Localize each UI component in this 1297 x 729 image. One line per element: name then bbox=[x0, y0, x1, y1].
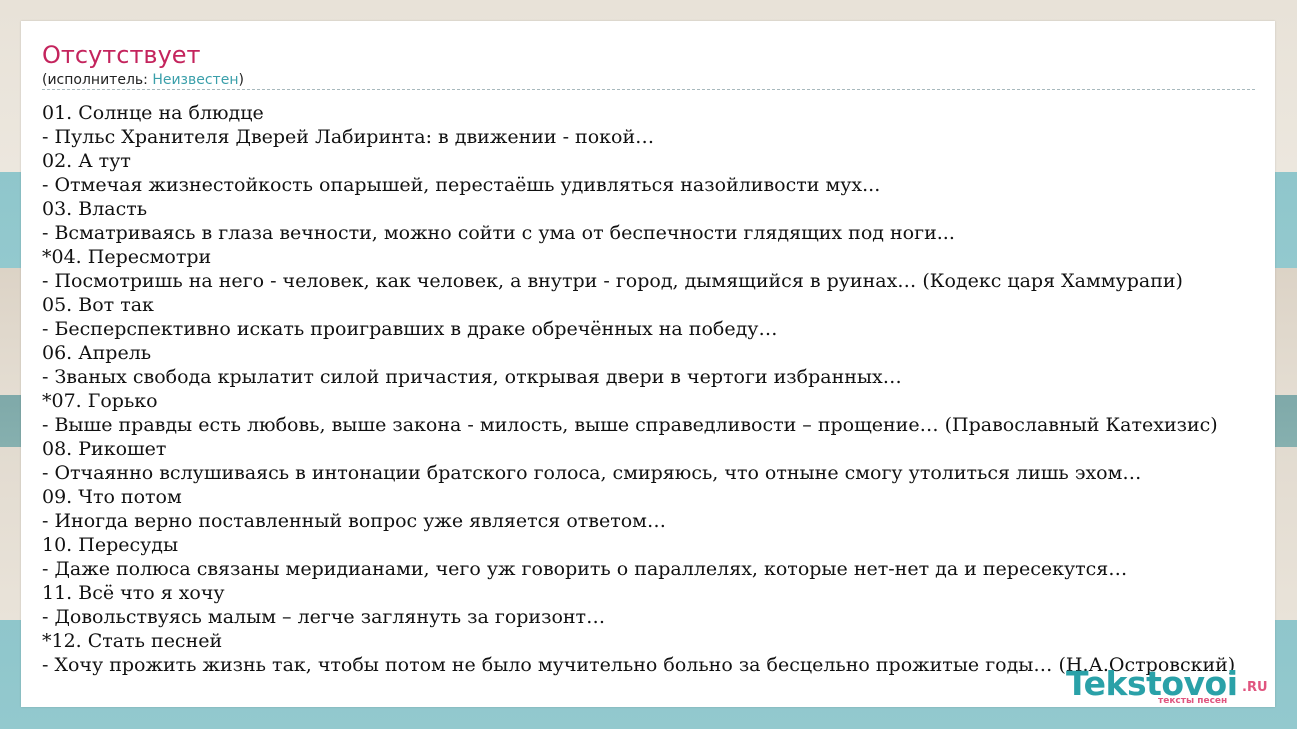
site-logo[interactable]: Tekstovoi .RU тексты песен bbox=[1066, 664, 1276, 708]
track-line: *04. Пересмотри bbox=[42, 246, 212, 268]
track-line: - Выше правды есть любовь, выше закона -… bbox=[42, 414, 1218, 436]
artist-suffix: ) bbox=[238, 72, 244, 88]
track-line: 10. Пересуды bbox=[42, 534, 179, 556]
track-line: - Довольствуясь малым – легче заглянуть … bbox=[42, 606, 606, 628]
track-line: 03. Власть bbox=[42, 198, 148, 220]
track-line: 02. А тут bbox=[42, 150, 131, 172]
track-line: - Всматриваясь в глаза вечности, можно с… bbox=[42, 222, 955, 244]
track-line: - Посмотришь на него - человек, как чело… bbox=[42, 270, 1183, 292]
track-line: - Пульс Хранителя Дверей Лабиринта: в дв… bbox=[42, 126, 655, 148]
track-line: - Хочу прожить жизнь так, чтобы потом не… bbox=[42, 654, 1236, 676]
artist-prefix: (исполнитель: bbox=[42, 72, 153, 88]
track-line: *07. Горько bbox=[42, 390, 158, 412]
track-line: *12. Стать песней bbox=[42, 630, 223, 652]
track-line: 11. Всё что я хочу bbox=[42, 582, 225, 604]
track-line: - Бесперспективно искать проигравших в д… bbox=[42, 318, 778, 340]
track-line: - Отмечая жизнестойкость опарышей, перес… bbox=[42, 174, 881, 196]
track-line: - Иногда верно поставленный вопрос уже я… bbox=[42, 510, 666, 532]
track-line: - Отчаянно вслушиваясь в интонации братс… bbox=[42, 462, 1142, 484]
artist-line: (исполнитель: Неизвестен) bbox=[42, 71, 244, 89]
track-line: - Даже полюса связаны меридианами, чего … bbox=[42, 558, 1128, 580]
artist-link[interactable]: Неизвестен bbox=[152, 72, 238, 88]
track-line: 06. Апрель bbox=[42, 342, 152, 364]
logo-domain: .RU bbox=[1242, 680, 1268, 695]
track-line: 08. Рикошет bbox=[42, 438, 167, 460]
track-line: - Званых свобода крылатит силой причасти… bbox=[42, 366, 902, 388]
track-line: 05. Вот так bbox=[42, 294, 154, 316]
title-divider bbox=[42, 89, 1255, 90]
track-line: 09. Что потом bbox=[42, 486, 182, 508]
logo-tagline: тексты песен bbox=[1158, 696, 1228, 706]
track-line: 01. Солнце на блюдце bbox=[42, 102, 264, 124]
track-list: 01. Солнце на блюдце - Пульс Хранителя Д… bbox=[42, 101, 1235, 677]
page-title: Отсутствует bbox=[42, 41, 201, 69]
song-card: Отсутствует (исполнитель: Неизвестен) 01… bbox=[21, 21, 1275, 707]
